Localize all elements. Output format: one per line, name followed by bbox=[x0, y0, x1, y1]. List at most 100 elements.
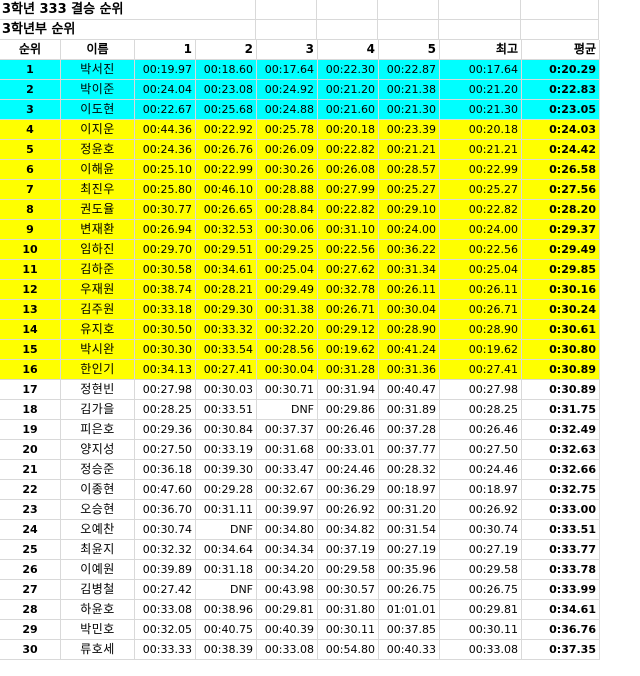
header-name[interactable]: 이름 bbox=[61, 40, 135, 60]
attempt-5-cell[interactable]: 00:31.20 bbox=[379, 500, 440, 520]
attempt-5-cell[interactable]: 00:23.39 bbox=[379, 120, 440, 140]
average-cell[interactable]: 0:36.76 bbox=[522, 620, 600, 640]
attempt-5-cell[interactable]: 00:35.96 bbox=[379, 560, 440, 580]
attempt-4-cell[interactable]: 00:29.58 bbox=[318, 560, 379, 580]
attempt-1-cell[interactable]: 00:29.70 bbox=[135, 240, 196, 260]
attempt-3-cell[interactable]: 00:29.25 bbox=[257, 240, 318, 260]
name-cell[interactable]: 박민호 bbox=[61, 620, 135, 640]
attempt-5-cell[interactable]: 00:37.85 bbox=[379, 620, 440, 640]
attempt-3-cell[interactable]: 00:31.38 bbox=[257, 300, 318, 320]
attempt-2-cell[interactable]: 00:30.84 bbox=[196, 420, 257, 440]
rank-cell[interactable]: 14 bbox=[0, 320, 61, 340]
attempt-4-cell[interactable]: 00:31.94 bbox=[318, 380, 379, 400]
attempt-4-cell[interactable]: 00:36.29 bbox=[318, 480, 379, 500]
attempt-5-cell[interactable]: 00:41.24 bbox=[379, 340, 440, 360]
average-cell[interactable]: 0:22.83 bbox=[522, 80, 600, 100]
attempt-2-cell[interactable]: 00:33.19 bbox=[196, 440, 257, 460]
empty-cell[interactable] bbox=[195, 20, 256, 40]
rank-cell[interactable]: 6 bbox=[0, 160, 61, 180]
best-cell[interactable]: 00:26.92 bbox=[440, 500, 522, 520]
name-cell[interactable]: 정승준 bbox=[61, 460, 135, 480]
attempt-2-cell[interactable]: 00:22.99 bbox=[196, 160, 257, 180]
attempt-4-cell[interactable]: 00:21.20 bbox=[318, 80, 379, 100]
attempt-2-cell[interactable]: 00:32.53 bbox=[196, 220, 257, 240]
attempt-4-cell[interactable]: 00:32.78 bbox=[318, 280, 379, 300]
attempt-5-cell[interactable]: 00:31.36 bbox=[379, 360, 440, 380]
average-cell[interactable]: 0:30.80 bbox=[522, 340, 600, 360]
rank-cell[interactable]: 24 bbox=[0, 520, 61, 540]
average-cell[interactable]: 0:32.66 bbox=[522, 460, 600, 480]
attempt-1-cell[interactable]: 00:30.50 bbox=[135, 320, 196, 340]
attempt-2-cell[interactable]: 00:46.10 bbox=[196, 180, 257, 200]
attempt-4-cell[interactable]: 00:24.46 bbox=[318, 460, 379, 480]
attempt-2-cell[interactable]: 00:26.65 bbox=[196, 200, 257, 220]
sheet-title[interactable]: 3학년 333 결승 순위 bbox=[0, 0, 195, 20]
attempt-4-cell[interactable]: 00:29.12 bbox=[318, 320, 379, 340]
rank-cell[interactable]: 29 bbox=[0, 620, 61, 640]
attempt-1-cell[interactable]: 00:36.70 bbox=[135, 500, 196, 520]
attempt-2-cell[interactable]: DNF bbox=[196, 520, 257, 540]
attempt-4-cell[interactable]: 00:22.30 bbox=[318, 60, 379, 80]
attempt-2-cell[interactable]: 00:29.51 bbox=[196, 240, 257, 260]
attempt-4-cell[interactable]: 00:22.82 bbox=[318, 140, 379, 160]
average-cell[interactable]: 0:28.20 bbox=[522, 200, 600, 220]
attempt-5-cell[interactable]: 00:37.28 bbox=[379, 420, 440, 440]
name-cell[interactable]: 정현빈 bbox=[61, 380, 135, 400]
rank-cell[interactable]: 12 bbox=[0, 280, 61, 300]
attempt-1-cell[interactable]: 00:27.42 bbox=[135, 580, 196, 600]
best-cell[interactable]: 00:22.99 bbox=[440, 160, 522, 180]
attempt-1-cell[interactable]: 00:34.13 bbox=[135, 360, 196, 380]
empty-cell[interactable] bbox=[256, 0, 317, 20]
empty-cell[interactable] bbox=[256, 20, 317, 40]
name-cell[interactable]: 피은호 bbox=[61, 420, 135, 440]
average-cell[interactable]: 0:30.24 bbox=[522, 300, 600, 320]
attempt-2-cell[interactable]: 00:28.21 bbox=[196, 280, 257, 300]
rank-cell[interactable]: 4 bbox=[0, 120, 61, 140]
attempt-1-cell[interactable]: 00:22.67 bbox=[135, 100, 196, 120]
name-cell[interactable]: 양지성 bbox=[61, 440, 135, 460]
rank-cell[interactable]: 9 bbox=[0, 220, 61, 240]
attempt-1-cell[interactable]: 00:30.77 bbox=[135, 200, 196, 220]
rank-cell[interactable]: 22 bbox=[0, 480, 61, 500]
attempt-1-cell[interactable]: 00:27.98 bbox=[135, 380, 196, 400]
name-cell[interactable]: 이예원 bbox=[61, 560, 135, 580]
attempt-3-cell[interactable]: 00:25.04 bbox=[257, 260, 318, 280]
name-cell[interactable]: 김병철 bbox=[61, 580, 135, 600]
attempt-4-cell[interactable]: 00:26.92 bbox=[318, 500, 379, 520]
empty-cell[interactable] bbox=[195, 0, 256, 20]
average-cell[interactable]: 0:34.61 bbox=[522, 600, 600, 620]
rank-cell[interactable]: 2 bbox=[0, 80, 61, 100]
rank-cell[interactable]: 15 bbox=[0, 340, 61, 360]
attempt-1-cell[interactable]: 00:24.04 bbox=[135, 80, 196, 100]
attempt-3-cell[interactable]: 00:32.20 bbox=[257, 320, 318, 340]
attempt-3-cell[interactable]: 00:24.92 bbox=[257, 80, 318, 100]
name-cell[interactable]: 이종현 bbox=[61, 480, 135, 500]
attempt-4-cell[interactable]: 00:29.86 bbox=[318, 400, 379, 420]
name-cell[interactable]: 이지운 bbox=[61, 120, 135, 140]
attempt-2-cell[interactable]: 00:22.92 bbox=[196, 120, 257, 140]
name-cell[interactable]: 박시완 bbox=[61, 340, 135, 360]
header-attempt-3[interactable]: 3 bbox=[257, 40, 318, 60]
rank-cell[interactable]: 5 bbox=[0, 140, 61, 160]
best-cell[interactable]: 00:27.50 bbox=[440, 440, 522, 460]
attempt-4-cell[interactable]: 00:21.60 bbox=[318, 100, 379, 120]
rank-cell[interactable]: 28 bbox=[0, 600, 61, 620]
attempt-2-cell[interactable]: 00:33.32 bbox=[196, 320, 257, 340]
empty-cell[interactable] bbox=[317, 0, 378, 20]
attempt-4-cell[interactable]: 00:22.56 bbox=[318, 240, 379, 260]
attempt-3-cell[interactable]: 00:30.71 bbox=[257, 380, 318, 400]
attempt-5-cell[interactable]: 00:21.38 bbox=[379, 80, 440, 100]
attempt-3-cell[interactable]: 00:31.68 bbox=[257, 440, 318, 460]
attempt-4-cell[interactable]: 00:37.19 bbox=[318, 540, 379, 560]
attempt-4-cell[interactable]: 00:31.28 bbox=[318, 360, 379, 380]
attempt-1-cell[interactable]: 00:25.80 bbox=[135, 180, 196, 200]
rank-cell[interactable]: 25 bbox=[0, 540, 61, 560]
header-best[interactable]: 최고 bbox=[440, 40, 522, 60]
best-cell[interactable]: 00:17.64 bbox=[440, 60, 522, 80]
attempt-3-cell[interactable]: 00:30.06 bbox=[257, 220, 318, 240]
attempt-1-cell[interactable]: 00:27.50 bbox=[135, 440, 196, 460]
average-cell[interactable]: 0:29.49 bbox=[522, 240, 600, 260]
header-attempt-2[interactable]: 2 bbox=[196, 40, 257, 60]
rank-cell[interactable]: 30 bbox=[0, 640, 61, 660]
average-cell[interactable]: 0:33.00 bbox=[522, 500, 600, 520]
